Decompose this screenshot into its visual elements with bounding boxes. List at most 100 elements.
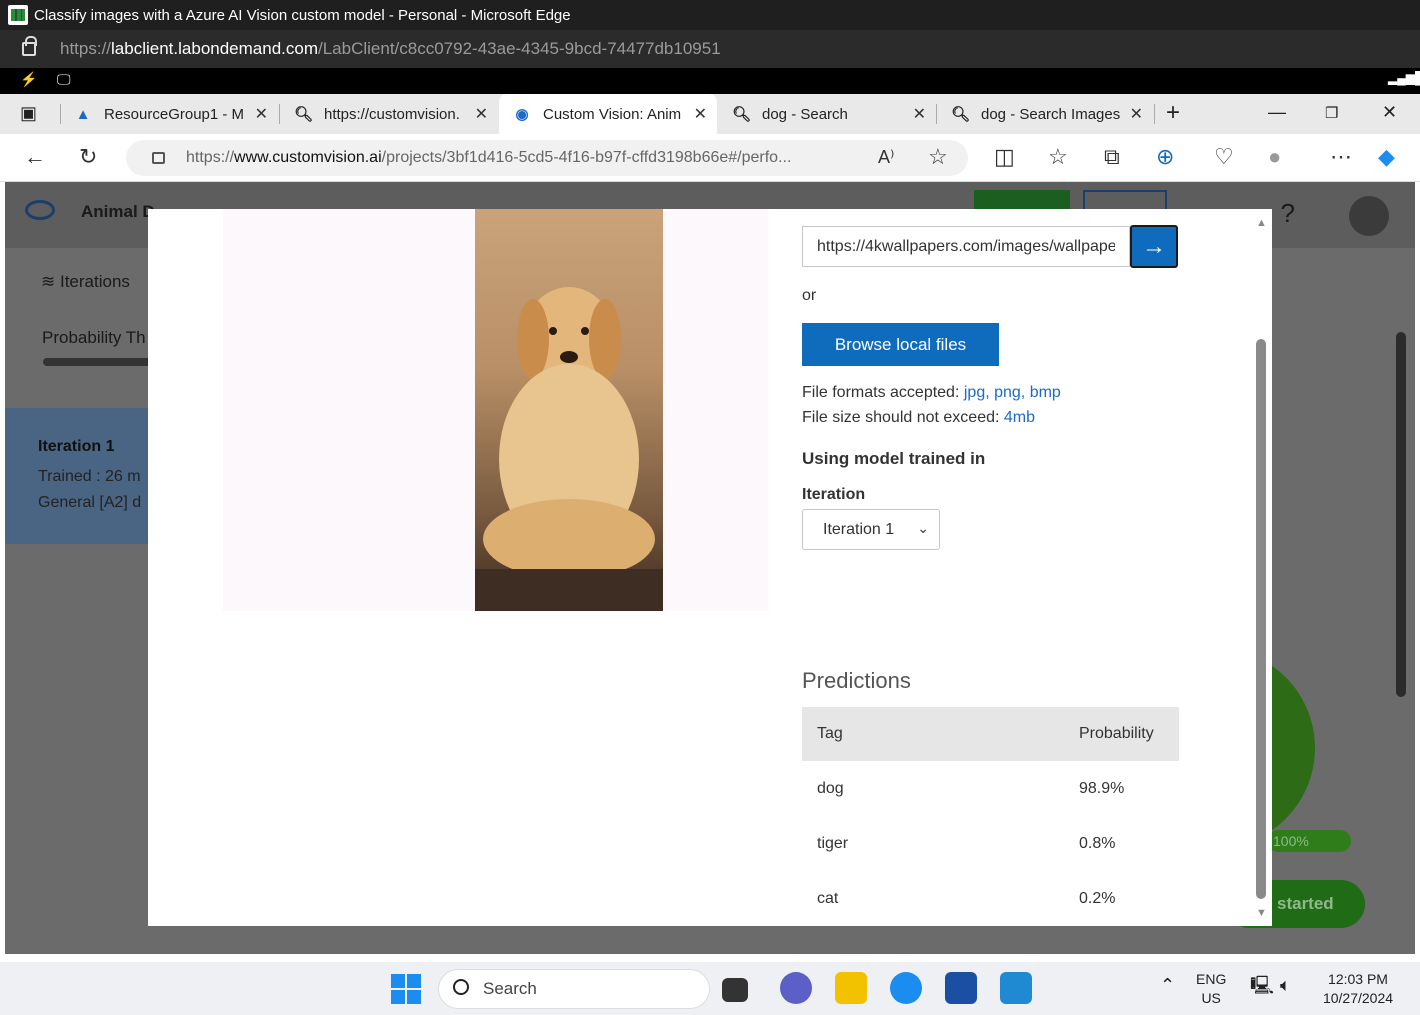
monitor-icon[interactable]: 🖵 xyxy=(57,71,71,88)
table-header-row: Tag Probability xyxy=(802,707,1179,761)
file-size-line: File size should not exceed: 4mb xyxy=(802,409,1035,427)
tag-cell: tiger xyxy=(817,834,849,852)
chevron-up-icon[interactable]: ⌃ xyxy=(1160,976,1175,995)
tab-label: ResourceGroup1 - M xyxy=(104,105,245,123)
language: ENG xyxy=(1196,971,1227,987)
iteration-selected: Iteration 1 xyxy=(823,520,895,538)
search-placeholder: Search xyxy=(483,979,537,998)
window-title: Classify images with a Azure AI Vision c… xyxy=(34,6,571,24)
restore-icon[interactable]: ❐ xyxy=(1325,104,1338,122)
tab-dog-search[interactable]: 🔍︎ dog - Search ✕ xyxy=(718,94,936,134)
task-view-icon[interactable] xyxy=(722,978,748,1002)
azure-icon: ▲ xyxy=(75,105,91,123)
network-icon[interactable]: 🖳 xyxy=(1250,976,1274,995)
quick-test-modal: → or Browse local files File formats acc… xyxy=(148,209,1272,926)
close-icon[interactable]: ✕ xyxy=(913,104,926,124)
date: 10/27/2024 xyxy=(1322,990,1394,1006)
tab-custom-vision[interactable]: ◉ Custom Vision: Anim ✕ xyxy=(499,94,717,134)
downloads-icon[interactable]: ⊕ xyxy=(1156,144,1174,170)
scroll-up-icon[interactable]: ▲ xyxy=(1256,217,1267,229)
lab-url-prefix: https:// xyxy=(60,39,112,58)
table-row: cat 0.2% xyxy=(802,871,1179,926)
predictions-table: Tag Probability dog 98.9% tiger 0.8% cat… xyxy=(802,707,1179,926)
minimize-icon[interactable]: — xyxy=(1268,102,1286,123)
help-icon: ? xyxy=(1280,198,1295,228)
vscode-icon[interactable] xyxy=(1000,972,1032,1004)
copilot-icon[interactable]: ◆ xyxy=(1378,144,1395,170)
collections-icon[interactable]: ⧉ xyxy=(1104,144,1120,170)
edge-icon[interactable] xyxy=(890,972,922,1004)
lab-url-bar: https://labclient.labondemand.com/LabCli… xyxy=(0,30,1420,68)
navigation-bar: ← ↻ https://www.customvision.ai/projects… xyxy=(0,134,1420,182)
using-model-heading: Using model trained in xyxy=(802,449,986,468)
tab-dog-search-images[interactable]: 🔍︎ dog - Search Images ✕ xyxy=(937,94,1153,134)
taskbar-search[interactable]: Search xyxy=(438,969,710,1009)
new-tab-icon[interactable]: + xyxy=(1166,99,1180,127)
formats-label: File formats accepted: xyxy=(802,384,960,401)
formats-value: jpg, png, bmp xyxy=(963,384,1061,401)
tab-label: https://customvision. xyxy=(324,105,460,123)
time: 12:03 PM xyxy=(1328,971,1388,987)
close-icon[interactable]: ✕ xyxy=(475,104,488,124)
file-formats-line: File formats accepted: jpg, png, bmp xyxy=(802,384,1061,402)
volume-icon[interactable]: 🔈︎ xyxy=(1280,976,1291,995)
tab-resource-group[interactable]: ▲ ResourceGroup1 - M ✕ xyxy=(60,94,278,134)
tab-actions-icon[interactable]: ▣ xyxy=(20,103,37,124)
favorites-icon[interactable]: ☆ xyxy=(1048,144,1068,170)
lab-url-domain: labclient.labondemand.com xyxy=(111,39,318,58)
threshold-slider xyxy=(43,358,163,366)
profile-icon[interactable]: ● xyxy=(1268,144,1281,170)
tab-label: Custom Vision: Anim xyxy=(543,105,682,123)
language-indicator[interactable]: ENG US xyxy=(1196,970,1226,1008)
close-icon[interactable]: ✕ xyxy=(694,104,707,124)
more-options-icon[interactable]: ⋯ xyxy=(1330,144,1352,170)
file-explorer-icon[interactable] xyxy=(835,972,867,1004)
iteration-label: Iteration xyxy=(802,486,866,503)
close-icon[interactable]: ✕ xyxy=(255,104,268,124)
predictions-title: Predictions xyxy=(802,668,911,693)
tab-strip: ▣ ▲ ResourceGroup1 - M ✕ 🔍︎ https://cust… xyxy=(0,94,1420,134)
search-icon: 🔍︎ xyxy=(732,106,752,123)
scroll-down-icon[interactable]: ▼ xyxy=(1256,907,1267,919)
image-url-input[interactable] xyxy=(802,226,1130,267)
chevron-down-icon: ⌄ xyxy=(917,520,929,536)
table-row: tiger 0.8% xyxy=(802,816,1179,871)
lab-url-path: /LabClient/c8cc0792-43ae-4345-9bcd-74477… xyxy=(318,39,721,58)
refresh-icon[interactable]: ↻ xyxy=(79,144,97,170)
browse-local-files-button[interactable]: Browse local files xyxy=(802,323,999,366)
submit-url-button[interactable]: → xyxy=(1130,225,1178,268)
region: US xyxy=(1201,990,1221,1006)
probability-threshold-label: Probability Th xyxy=(42,328,146,347)
clock[interactable]: 12:03 PM 10/27/2024 xyxy=(1316,970,1400,1008)
lightning-icon[interactable]: ⚡ xyxy=(20,71,37,88)
teams-icon[interactable] xyxy=(780,972,812,1004)
tab-label: dog - Search xyxy=(762,105,848,123)
custom-vision-icon: ◉ xyxy=(515,106,529,123)
size-label: File size should not exceed: xyxy=(802,409,1000,426)
browser-essentials-icon[interactable]: ♡ xyxy=(1214,144,1234,170)
probability-cell: 98.9% xyxy=(1079,779,1125,797)
address-prefix: https:// xyxy=(186,149,235,166)
back-icon[interactable]: ← xyxy=(24,144,46,170)
read-aloud-icon[interactable]: A⁾ xyxy=(878,147,894,168)
tag-header: Tag xyxy=(802,707,1063,761)
signal-icon: ▂▄▆█ xyxy=(1388,71,1420,85)
lab-logo-icon xyxy=(8,5,28,25)
close-window-icon[interactable]: ✕ xyxy=(1382,102,1397,123)
split-screen-icon[interactable]: ◫ xyxy=(994,144,1015,170)
modal-scrollbar[interactable] xyxy=(1256,339,1266,899)
close-icon[interactable]: ✕ xyxy=(1130,104,1143,124)
tab-customvision-url[interactable]: 🔍︎ https://customvision. ✕ xyxy=(280,94,498,134)
tag-cell: dog xyxy=(817,779,844,797)
size-value: 4mb xyxy=(1003,409,1036,426)
start-icon[interactable] xyxy=(391,974,421,1004)
arrow-right-icon: → xyxy=(1142,232,1166,260)
taskbar: Search ⌃ ENG US 🖳 🔈︎ 12:03 PM 10/27/2024 xyxy=(0,962,1420,1015)
address-bar[interactable]: https://www.customvision.ai/projects/3bf… xyxy=(126,140,968,176)
search-icon xyxy=(453,979,469,995)
store-icon[interactable] xyxy=(945,972,977,1004)
probability-cell: 0.8% xyxy=(1079,834,1116,852)
avatar xyxy=(1349,196,1389,236)
iteration-select[interactable]: Iteration 1 ⌄ xyxy=(802,509,940,550)
favorite-star-icon[interactable]: ☆ xyxy=(928,144,948,170)
